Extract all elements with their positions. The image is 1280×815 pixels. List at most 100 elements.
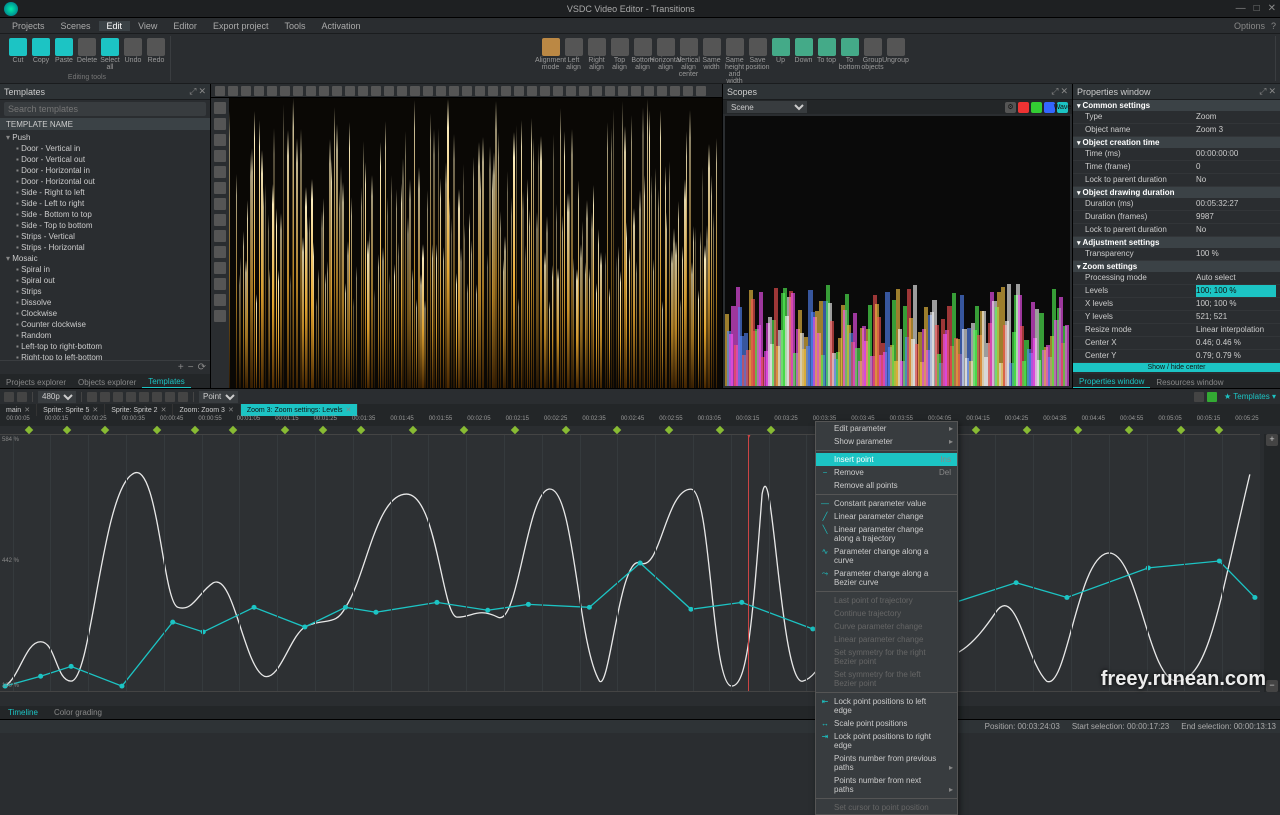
keyframe-markers[interactable] [0,426,1280,434]
property-row[interactable]: Lock to parent durationNo [1073,174,1280,187]
paste-button[interactable]: Paste [54,38,74,64]
menu-export-project[interactable]: Export project [205,21,277,31]
preview-tool-button[interactable] [436,86,446,96]
template-item[interactable]: ▪ Spiral out [0,275,210,286]
property-row[interactable]: Y levels521; 521 [1073,311,1280,324]
context-menu-item[interactable]: ⇥Lock point positions to right edge [816,730,957,752]
show-hide-center-button[interactable]: Show / hide center [1073,363,1280,372]
same-height-and-width-button[interactable]: Same height and width [725,38,745,85]
property-section[interactable]: ▾Zoom settings [1073,261,1280,272]
side-tool-button[interactable] [214,182,226,194]
side-tool-button[interactable] [214,246,226,258]
property-row[interactable]: Time (frame)0 [1073,161,1280,174]
preview-tool-button[interactable] [293,86,303,96]
undo-button[interactable]: Undo [123,38,143,64]
context-menu-item[interactable]: ∿Parameter change along a curve [816,545,957,567]
preview-tool-button[interactable] [254,86,264,96]
side-tool-button[interactable] [214,310,226,322]
resolution-select[interactable]: 480p [38,391,76,403]
preview-tool-button[interactable] [514,86,524,96]
close-panel-icon[interactable]: ✕ [1060,86,1068,97]
property-section[interactable]: ▾Adjustment settings [1073,237,1280,248]
minimize-button[interactable]: — [1236,3,1246,14]
side-tool-button[interactable] [214,230,226,242]
side-tool-button[interactable] [214,118,226,130]
template-item[interactable]: ▪ Door - Horizontal in [0,165,210,176]
template-item[interactable]: ▪ Right-top to left-bottom [0,352,210,360]
to-bottom-button[interactable]: To bottom [840,38,860,71]
side-tool-button[interactable] [214,198,226,210]
left-align-button[interactable]: Left align [564,38,584,71]
maximize-button[interactable]: □ [1254,3,1260,14]
context-menu-item[interactable]: ╱Linear parameter change [816,510,957,523]
preview-tool-button[interactable] [241,86,251,96]
play-button[interactable] [113,392,123,402]
context-menu-item[interactable]: Show parameter▸ [816,435,957,448]
preview-tool-button[interactable] [319,86,329,96]
preview-tool-button[interactable] [280,86,290,96]
property-row[interactable]: Transparency100 % [1073,248,1280,261]
tl-btn[interactable] [178,392,188,402]
pin-icon[interactable]: ⤢ [1051,86,1058,97]
property-section[interactable]: ▾Object drawing duration [1073,187,1280,198]
parameter-graph[interactable]: 584 % 442 % 100 % [0,434,1260,692]
preview-tool-button[interactable] [553,86,563,96]
props-tab[interactable]: Resources window [1150,377,1229,388]
left-tab[interactable]: Projects explorer [0,377,72,388]
add-template-button[interactable]: + [178,362,184,373]
scope-red-toggle[interactable] [1018,102,1029,113]
property-row[interactable]: Object nameZoom 3 [1073,124,1280,137]
tl-btn[interactable] [165,392,175,402]
horizontal-align-button[interactable]: Horizontal align [656,38,676,71]
pin-icon[interactable]: ⤢ [189,86,196,97]
close-button[interactable]: ✕ [1268,3,1276,14]
zoom-slider[interactable]: + − [1264,434,1280,692]
menu-editor[interactable]: Editor [165,21,205,31]
context-menu-item[interactable]: Points number from previous paths▸ [816,752,957,774]
preview-tool-button[interactable] [696,86,706,96]
preview-tool-button[interactable] [592,86,602,96]
preview-tool-button[interactable] [566,86,576,96]
side-tool-button[interactable] [214,166,226,178]
template-item[interactable]: ▪ Side - Bottom to top [0,209,210,220]
vertical-align-center-button[interactable]: Vertical align center [679,38,699,78]
side-tool-button[interactable] [214,150,226,162]
preview-tool-button[interactable] [670,86,680,96]
context-menu-item[interactable]: Remove all points [816,479,957,492]
template-item[interactable]: ▾ Mosaic [0,253,210,264]
preview-tool-button[interactable] [540,86,550,96]
preview-tool-button[interactable] [462,86,472,96]
template-item[interactable]: ▪ Left-top to right-bottom [0,341,210,352]
preview-tool-button[interactable] [215,86,225,96]
point-mode-select[interactable]: Point [199,391,238,403]
property-section[interactable]: ▾Object creation time [1073,137,1280,148]
side-tool-button[interactable] [214,134,226,146]
remove-template-button[interactable]: − [188,362,194,373]
context-menu-item[interactable]: −RemoveDel [816,466,957,479]
template-item[interactable]: ▪ Counter clockwise [0,319,210,330]
preview-tool-button[interactable] [384,86,394,96]
preview-tool-button[interactable] [332,86,342,96]
template-item[interactable]: ▾ Push [0,132,210,143]
select-all-button[interactable]: Select all [100,38,120,71]
preview-tool-button[interactable] [644,86,654,96]
preview-tool-button[interactable] [605,86,615,96]
property-row[interactable]: X levels100; 100 % [1073,298,1280,311]
property-row[interactable]: Center Y0.79; 0.79 % [1073,350,1280,363]
context-menu-item[interactable]: Points number from next paths▸ [816,774,957,796]
tl-btn[interactable] [17,392,27,402]
preview-tool-button[interactable] [501,86,511,96]
property-row[interactable]: Levels100; 100 % [1073,285,1280,298]
refresh-button[interactable]: ⟳ [198,362,206,373]
side-tool-button[interactable] [214,294,226,306]
preview-tool-button[interactable] [267,86,277,96]
prev-frame-button[interactable] [100,392,110,402]
preview-tool-button[interactable] [449,86,459,96]
zoom-in-button[interactable]: + [1266,434,1278,446]
property-row[interactable]: Duration (ms)00:05:32:27 [1073,198,1280,211]
left-tab[interactable]: Templates [142,376,190,388]
context-menu-item[interactable]: ⤳Parameter change along a Bezier curve [816,567,957,589]
help-menu[interactable]: ? [1271,21,1276,31]
preview-tool-button[interactable] [228,86,238,96]
tl-btn[interactable] [4,392,14,402]
